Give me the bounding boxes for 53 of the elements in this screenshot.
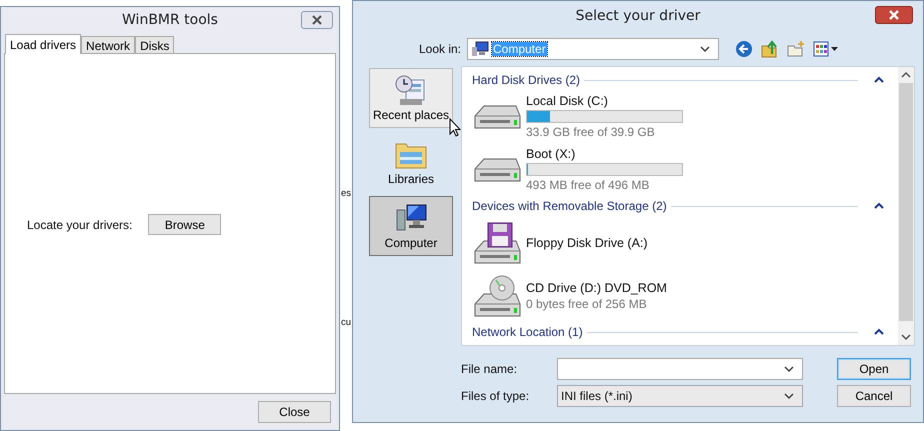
drive-item[interactable]: Local Disk (C:) 33.9 GB free of 39.9 GB — [472, 90, 884, 143]
place-button[interactable]: Computer — [369, 196, 453, 256]
window-title: Select your driver — [576, 8, 700, 24]
file-type-label: Files of type: — [461, 389, 530, 403]
drive-item[interactable]: Boot (X:) 493 MB free of 496 MB — [472, 143, 884, 196]
drive-name: CD Drive (D:) DVD_ROM — [526, 280, 667, 294]
look-in-label: Look in: — [418, 42, 462, 56]
view-menu-icon[interactable] — [813, 41, 839, 57]
drive-name: Floppy Disk Drive (A:) — [526, 236, 648, 250]
file-name-field[interactable] — [557, 358, 803, 380]
background-text: es — [341, 188, 352, 199]
close-button[interactable]: Close — [258, 401, 331, 423]
chevron-icon[interactable] — [874, 202, 884, 210]
drive-item[interactable]: CD Drive (D:) DVD_ROM 0 bytes free of 256 MB — [472, 269, 884, 322]
drive-detail: 0 bytes free of 256 MB — [526, 296, 648, 310]
hard-drive-icon — [472, 104, 522, 128]
back-icon[interactable] — [735, 40, 753, 58]
drive-name: Boot (X:) — [526, 147, 576, 161]
scroll-up-icon[interactable] — [901, 71, 911, 79]
place-button[interactable]: Libraries — [369, 132, 453, 192]
drive-item[interactable]: Floppy Disk Drive (A:) — [472, 216, 884, 269]
group-header[interactable]: Network Location (1) — [472, 325, 583, 339]
tab[interactable]: Disks — [135, 36, 174, 53]
close-button[interactable] — [875, 6, 913, 24]
window-title: WinBMR tools — [122, 12, 218, 28]
folder-up-icon[interactable] — [761, 40, 779, 58]
locate-label: Locate your drivers: — [27, 218, 132, 232]
cd-drive-icon — [472, 274, 522, 318]
file-type-dropdown[interactable]: INI files (*.ini) — [557, 385, 803, 407]
chevron-icon[interactable] — [874, 328, 884, 336]
dialog-button[interactable]: Open — [837, 358, 911, 380]
tab[interactable]: Load drivers — [5, 34, 82, 54]
dialog-button[interactable]: Cancel — [837, 385, 911, 407]
drive-name: Local Disk (C:) — [526, 94, 609, 108]
close-icon — [311, 15, 323, 25]
computer-icon — [471, 41, 489, 57]
new-folder-icon[interactable] — [787, 40, 805, 58]
file-name-label: File name: — [461, 362, 518, 376]
chevron-icon[interactable] — [874, 76, 884, 84]
drive-detail: 33.9 GB free of 39.9 GB — [526, 125, 656, 139]
floppy-drive-icon — [472, 220, 522, 264]
drive-detail: 493 MB free of 496 MB — [526, 178, 650, 192]
close-button[interactable] — [301, 11, 333, 29]
scrollbar[interactable] — [898, 67, 914, 345]
tab[interactable]: Network — [81, 36, 136, 53]
place-button[interactable]: Recent places — [369, 68, 453, 128]
group-header[interactable]: Hard Disk Drives (2) — [472, 73, 580, 87]
hard-drive-icon — [472, 158, 522, 182]
scroll-down-icon[interactable] — [901, 333, 911, 341]
browse-button[interactable]: Browse — [148, 214, 222, 235]
group-header[interactable]: Devices with Removable Storage (2) — [472, 199, 667, 213]
background-text: cu — [341, 317, 352, 328]
close-icon — [888, 10, 900, 20]
